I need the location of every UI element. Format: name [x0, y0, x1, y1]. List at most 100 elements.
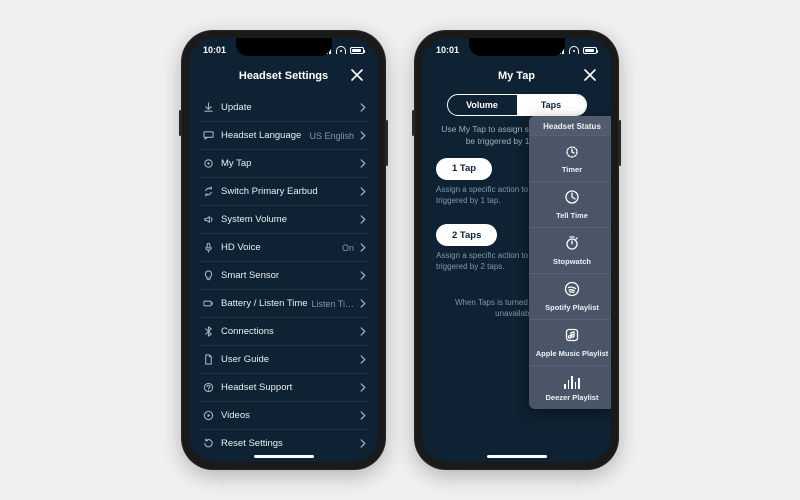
settings-row-headset-language[interactable]: Headset LanguageUS English: [199, 122, 368, 150]
target-icon: [199, 158, 217, 169]
popover-item-stopwatch[interactable]: Stopwatch: [529, 227, 611, 273]
chevron-right-icon: [358, 187, 368, 196]
home-indicator[interactable]: [254, 455, 314, 458]
popover-item-label: Stopwatch: [553, 257, 591, 266]
settings-row-user-guide[interactable]: User Guide: [199, 346, 368, 374]
row-label: Reset Settings: [217, 438, 358, 449]
applemusic-icon: [564, 327, 580, 345]
download-icon: [199, 102, 217, 113]
status-time: 10:01: [436, 45, 459, 55]
title-bar: My Tap: [422, 62, 611, 90]
two-taps-label: 2 Taps: [452, 230, 481, 241]
reset-icon: [199, 438, 217, 449]
row-label: Videos: [217, 410, 358, 421]
popover-item-spotify-playlist[interactable]: Spotify Playlist: [529, 273, 611, 319]
close-button[interactable]: [581, 66, 599, 84]
chevron-right-icon: [358, 215, 368, 224]
spotify-icon: [564, 281, 580, 299]
segment-volume[interactable]: Volume: [448, 95, 517, 115]
notch: [236, 38, 332, 56]
popover-item-label: Deezer Playlist: [546, 393, 599, 402]
settings-row-battery-listen-time[interactable]: Battery / Listen TimeListen Ti…: [199, 290, 368, 318]
settings-row-connections[interactable]: Connections: [199, 318, 368, 346]
mytap-body: Use My Tap to assign specific actions to…: [422, 124, 611, 452]
page-title: Headset Settings: [239, 70, 328, 82]
doc-icon: [199, 354, 217, 365]
chevron-right-icon: [358, 439, 368, 448]
chevron-right-icon: [358, 299, 368, 308]
deezer-icon: [564, 373, 580, 389]
chevron-right-icon: [358, 243, 368, 252]
row-label: Smart Sensor: [217, 270, 358, 281]
popover-item-label: Apple Music Playlist: [536, 349, 609, 358]
one-tap-button[interactable]: 1 Tap: [436, 158, 492, 180]
title-bar: Headset Settings: [189, 62, 378, 90]
stopwatch-icon: [564, 235, 580, 253]
popover-item-label: Timer: [562, 165, 582, 174]
notch: [469, 38, 565, 56]
popover-item-label: Spotify Playlist: [545, 303, 599, 312]
battery-icon: [583, 47, 597, 54]
settings-row-smart-sensor[interactable]: Smart Sensor: [199, 262, 368, 290]
settings-row-switch-primary-earbud[interactable]: Switch Primary Earbud: [199, 178, 368, 206]
popover-item-timer[interactable]: Timer: [529, 135, 611, 181]
chevron-right-icon: [358, 131, 368, 140]
bluetooth-icon: [199, 326, 217, 337]
chevron-right-icon: [358, 355, 368, 364]
phone-frame-left: 10:01 Headset Settings UpdateHeadset Lan…: [181, 30, 386, 470]
chevron-right-icon: [358, 103, 368, 112]
settings-row-headset-support[interactable]: Headset Support: [199, 374, 368, 402]
clock-icon: [564, 189, 580, 207]
screen-right: 10:01 My Tap Volume Taps: [422, 38, 611, 462]
row-label: Switch Primary Earbud: [217, 186, 358, 197]
row-label: Connections: [217, 326, 358, 337]
row-label: Update: [217, 102, 358, 113]
settings-row-update[interactable]: Update: [199, 94, 368, 122]
support-icon: [199, 382, 217, 393]
chat-icon: [199, 130, 217, 141]
row-label: Battery / Listen Time: [217, 298, 311, 309]
popover-item-tell-time[interactable]: Tell Time: [529, 181, 611, 227]
chevron-right-icon: [358, 411, 368, 420]
row-label: Headset Language: [217, 130, 309, 141]
row-value: US English: [309, 131, 358, 141]
settings-row-hd-voice[interactable]: HD VoiceOn: [199, 234, 368, 262]
chevron-right-icon: [358, 271, 368, 280]
bulb-icon: [199, 270, 217, 281]
play-icon: [199, 410, 217, 421]
settings-row-reset-settings[interactable]: Reset Settings: [199, 430, 368, 452]
close-icon: [351, 69, 363, 81]
segment-taps[interactable]: Taps: [517, 95, 586, 115]
one-tap-label: 1 Tap: [452, 163, 476, 174]
settings-row-videos[interactable]: Videos: [199, 402, 368, 430]
page-title: My Tap: [498, 70, 535, 82]
screen-left: 10:01 Headset Settings UpdateHeadset Lan…: [189, 38, 378, 462]
speaker-icon: [199, 214, 217, 225]
popover-item-label: Tell Time: [556, 211, 588, 220]
home-indicator[interactable]: [487, 455, 547, 458]
settings-row-system-volume[interactable]: System Volume: [199, 206, 368, 234]
row-value: On: [342, 243, 358, 253]
chevron-right-icon: [358, 159, 368, 168]
popover-item-apple-music-playlist[interactable]: Apple Music Playlist: [529, 319, 611, 365]
row-label: Headset Support: [217, 382, 358, 393]
mic-icon: [199, 242, 217, 253]
chevron-right-icon: [358, 327, 368, 336]
swap-icon: [199, 186, 217, 197]
two-taps-button[interactable]: 2 Taps: [436, 224, 497, 246]
timer-icon: [564, 143, 580, 161]
wifi-icon: [336, 46, 346, 54]
row-value: Listen Ti…: [311, 299, 358, 309]
chevron-right-icon: [358, 383, 368, 392]
close-button[interactable]: [348, 66, 366, 84]
battery-icon: [350, 47, 364, 54]
battery-icon: [199, 298, 217, 309]
popover-item-deezer-playlist[interactable]: Deezer Playlist: [529, 365, 611, 409]
row-label: User Guide: [217, 354, 358, 365]
row-label: HD Voice: [217, 242, 342, 253]
row-label: My Tap: [217, 158, 358, 169]
popover-header: Headset Status: [529, 116, 611, 135]
wifi-icon: [569, 46, 579, 54]
settings-row-my-tap[interactable]: My Tap: [199, 150, 368, 178]
row-label: System Volume: [217, 214, 358, 225]
